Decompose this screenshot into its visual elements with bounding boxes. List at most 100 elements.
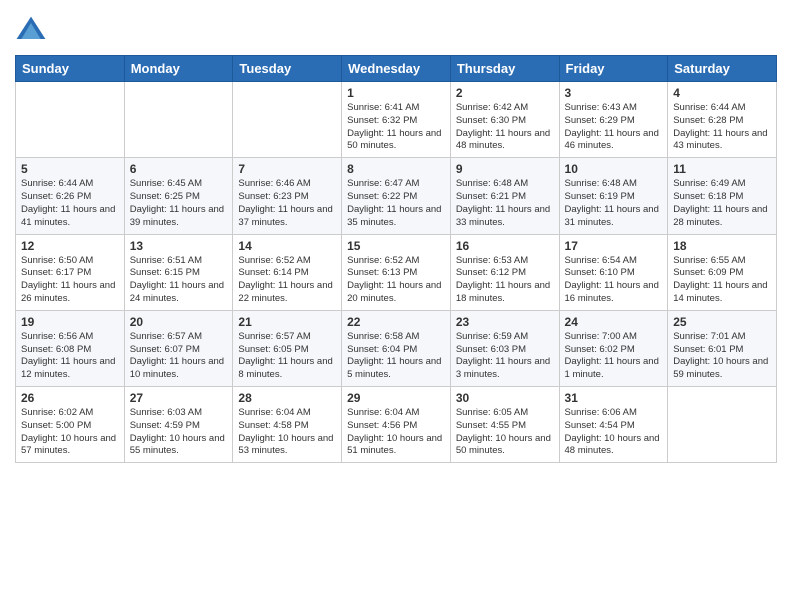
day-info: Sunrise: 6:57 AM Sunset: 6:05 PM Dayligh… <box>238 331 336 382</box>
day-number: 29 <box>347 391 445 405</box>
day-number: 22 <box>347 315 445 329</box>
day-info: Sunrise: 6:58 AM Sunset: 6:04 PM Dayligh… <box>347 331 445 382</box>
day-number: 21 <box>238 315 336 329</box>
calendar-cell: 13 Sunrise: 6:51 AM Sunset: 6:15 PM Dayli… <box>124 234 233 310</box>
day-info: Sunrise: 7:01 AM Sunset: 6:01 PM Dayligh… <box>673 331 771 382</box>
day-number: 15 <box>347 239 445 253</box>
day-info: Sunrise: 6:54 AM Sunset: 6:10 PM Dayligh… <box>565 255 663 306</box>
day-info: Sunrise: 6:44 AM Sunset: 6:26 PM Dayligh… <box>21 178 119 229</box>
calendar-week-row: 19 Sunrise: 6:56 AM Sunset: 6:08 PM Dayli… <box>16 310 777 386</box>
day-number: 13 <box>130 239 228 253</box>
day-number: 4 <box>673 86 771 100</box>
logo <box>15 10 51 47</box>
day-info: Sunrise: 6:03 AM Sunset: 4:59 PM Dayligh… <box>130 407 228 458</box>
day-info: Sunrise: 6:56 AM Sunset: 6:08 PM Dayligh… <box>21 331 119 382</box>
day-number: 20 <box>130 315 228 329</box>
calendar-cell: 29 Sunrise: 6:04 AM Sunset: 4:56 PM Dayli… <box>342 387 451 463</box>
day-info: Sunrise: 6:04 AM Sunset: 4:58 PM Dayligh… <box>238 407 336 458</box>
calendar-cell: 28 Sunrise: 6:04 AM Sunset: 4:58 PM Dayli… <box>233 387 342 463</box>
day-info: Sunrise: 6:55 AM Sunset: 6:09 PM Dayligh… <box>673 255 771 306</box>
day-info: Sunrise: 6:57 AM Sunset: 6:07 PM Dayligh… <box>130 331 228 382</box>
day-number: 8 <box>347 162 445 176</box>
calendar-cell: 6 Sunrise: 6:45 AM Sunset: 6:25 PM Daylig… <box>124 158 233 234</box>
day-number: 27 <box>130 391 228 405</box>
day-info: Sunrise: 6:44 AM Sunset: 6:28 PM Dayligh… <box>673 102 771 153</box>
weekday-header-monday: Monday <box>124 56 233 82</box>
day-number: 23 <box>456 315 554 329</box>
calendar-cell: 2Sunrise: 6:42 AM Sunset: 6:30 PM Daylig… <box>450 82 559 158</box>
calendar-cell: 26Sunrise: 6:02 AM Sunset: 5:00 PM Dayli… <box>16 387 125 463</box>
day-number: 18 <box>673 239 771 253</box>
weekday-header-sunday: Sunday <box>16 56 125 82</box>
calendar-cell: 14 Sunrise: 6:52 AM Sunset: 6:14 PM Dayli… <box>233 234 342 310</box>
calendar-cell <box>233 82 342 158</box>
logo-icon <box>15 15 47 47</box>
calendar-cell: 10Sunrise: 6:48 AM Sunset: 6:19 PM Dayli… <box>559 158 668 234</box>
day-number: 12 <box>21 239 119 253</box>
header <box>15 10 777 47</box>
day-info: Sunrise: 7:00 AM Sunset: 6:02 PM Dayligh… <box>565 331 663 382</box>
day-info: Sunrise: 6:59 AM Sunset: 6:03 PM Dayligh… <box>456 331 554 382</box>
day-info: Sunrise: 6:04 AM Sunset: 4:56 PM Dayligh… <box>347 407 445 458</box>
calendar-cell: 3Sunrise: 6:43 AM Sunset: 6:29 PM Daylig… <box>559 82 668 158</box>
calendar-week-row: 1Sunrise: 6:41 AM Sunset: 6:32 PM Daylig… <box>16 82 777 158</box>
calendar-cell: 21 Sunrise: 6:57 AM Sunset: 6:05 PM Dayli… <box>233 310 342 386</box>
weekday-header-row: SundayMondayTuesdayWednesdayThursdayFrid… <box>16 56 777 82</box>
calendar-cell: 24 Sunrise: 7:00 AM Sunset: 6:02 PM Dayli… <box>559 310 668 386</box>
calendar-table: SundayMondayTuesdayWednesdayThursdayFrid… <box>15 55 777 463</box>
day-info: Sunrise: 6:52 AM Sunset: 6:14 PM Dayligh… <box>238 255 336 306</box>
calendar-cell: 20 Sunrise: 6:57 AM Sunset: 6:07 PM Dayli… <box>124 310 233 386</box>
day-info: Sunrise: 6:50 AM Sunset: 6:17 PM Dayligh… <box>21 255 119 306</box>
calendar-cell: 8 Sunrise: 6:47 AM Sunset: 6:22 PM Daylig… <box>342 158 451 234</box>
day-number: 11 <box>673 162 771 176</box>
day-info: Sunrise: 6:05 AM Sunset: 4:55 PM Dayligh… <box>456 407 554 458</box>
day-number: 30 <box>456 391 554 405</box>
day-number: 31 <box>565 391 663 405</box>
weekday-header-tuesday: Tuesday <box>233 56 342 82</box>
calendar-cell: 19 Sunrise: 6:56 AM Sunset: 6:08 PM Dayli… <box>16 310 125 386</box>
day-info: Sunrise: 6:52 AM Sunset: 6:13 PM Dayligh… <box>347 255 445 306</box>
day-info: Sunrise: 6:46 AM Sunset: 6:23 PM Dayligh… <box>238 178 336 229</box>
calendar-cell <box>124 82 233 158</box>
calendar-week-row: 5 Sunrise: 6:44 AM Sunset: 6:26 PM Daylig… <box>16 158 777 234</box>
calendar-cell: 30 Sunrise: 6:05 AM Sunset: 4:55 PM Dayli… <box>450 387 559 463</box>
calendar-cell: 1Sunrise: 6:41 AM Sunset: 6:32 PM Daylig… <box>342 82 451 158</box>
day-info: Sunrise: 6:49 AM Sunset: 6:18 PM Dayligh… <box>673 178 771 229</box>
day-number: 6 <box>130 162 228 176</box>
day-info: Sunrise: 6:06 AM Sunset: 4:54 PM Dayligh… <box>565 407 663 458</box>
day-info: Sunrise: 6:48 AM Sunset: 6:21 PM Dayligh… <box>456 178 554 229</box>
calendar-cell: 11 Sunrise: 6:49 AM Sunset: 6:18 PM Dayli… <box>668 158 777 234</box>
calendar-cell: 18 Sunrise: 6:55 AM Sunset: 6:09 PM Dayli… <box>668 234 777 310</box>
day-number: 5 <box>21 162 119 176</box>
calendar-cell: 15 Sunrise: 6:52 AM Sunset: 6:13 PM Dayli… <box>342 234 451 310</box>
day-number: 26 <box>21 391 119 405</box>
day-number: 3 <box>565 86 663 100</box>
calendar-week-row: 26Sunrise: 6:02 AM Sunset: 5:00 PM Dayli… <box>16 387 777 463</box>
calendar-cell: 25Sunrise: 7:01 AM Sunset: 6:01 PM Dayli… <box>668 310 777 386</box>
day-info: Sunrise: 6:47 AM Sunset: 6:22 PM Dayligh… <box>347 178 445 229</box>
day-number: 10 <box>565 162 663 176</box>
page: SundayMondayTuesdayWednesdayThursdayFrid… <box>0 0 792 478</box>
calendar-cell: 27 Sunrise: 6:03 AM Sunset: 4:59 PM Dayli… <box>124 387 233 463</box>
calendar-cell <box>668 387 777 463</box>
day-number: 17 <box>565 239 663 253</box>
calendar-cell: 16Sunrise: 6:53 AM Sunset: 6:12 PM Dayli… <box>450 234 559 310</box>
day-number: 1 <box>347 86 445 100</box>
calendar-cell: 9Sunrise: 6:48 AM Sunset: 6:21 PM Daylig… <box>450 158 559 234</box>
calendar-cell: 31 Sunrise: 6:06 AM Sunset: 4:54 PM Dayli… <box>559 387 668 463</box>
day-info: Sunrise: 6:42 AM Sunset: 6:30 PM Dayligh… <box>456 102 554 153</box>
calendar-cell: 12 Sunrise: 6:50 AM Sunset: 6:17 PM Dayli… <box>16 234 125 310</box>
weekday-header-thursday: Thursday <box>450 56 559 82</box>
day-info: Sunrise: 6:53 AM Sunset: 6:12 PM Dayligh… <box>456 255 554 306</box>
weekday-header-saturday: Saturday <box>668 56 777 82</box>
calendar-cell <box>16 82 125 158</box>
calendar-cell: 23 Sunrise: 6:59 AM Sunset: 6:03 PM Dayli… <box>450 310 559 386</box>
weekday-header-wednesday: Wednesday <box>342 56 451 82</box>
day-info: Sunrise: 6:45 AM Sunset: 6:25 PM Dayligh… <box>130 178 228 229</box>
day-number: 28 <box>238 391 336 405</box>
day-number: 14 <box>238 239 336 253</box>
day-info: Sunrise: 6:51 AM Sunset: 6:15 PM Dayligh… <box>130 255 228 306</box>
day-number: 24 <box>565 315 663 329</box>
day-number: 19 <box>21 315 119 329</box>
calendar-cell: 7Sunrise: 6:46 AM Sunset: 6:23 PM Daylig… <box>233 158 342 234</box>
